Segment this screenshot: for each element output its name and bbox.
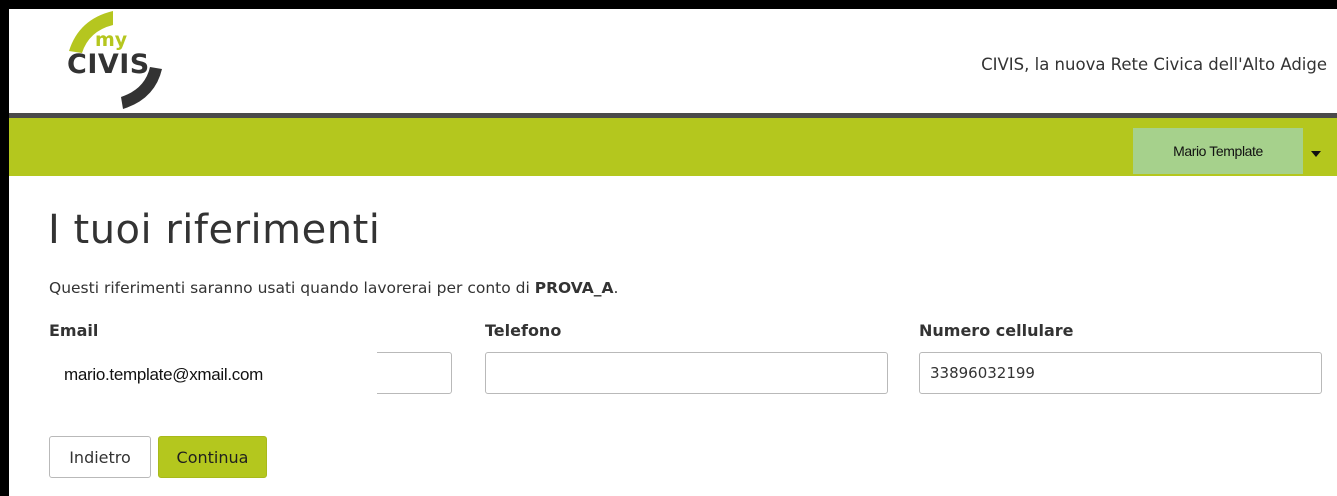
phone-label: Telefono	[485, 321, 562, 340]
organization-name: PROVA_A	[534, 279, 614, 297]
phone-field[interactable]	[485, 352, 888, 394]
user-name-label: Mario Template	[1173, 143, 1263, 159]
intro-text-body: Questi riferimenti saranno usati quando …	[49, 279, 535, 297]
intro-text: Questi riferimenti saranno usati quando …	[49, 279, 618, 297]
site-header: my CIVIS CIVIS, la nuova Rete Civica del…	[9, 9, 1337, 113]
back-button[interactable]: Indietro	[49, 436, 151, 478]
page-title: I tuoi riferimenti	[48, 207, 381, 253]
email-value: mario.template@xmail.com	[64, 365, 263, 384]
caret-down-icon[interactable]	[1309, 149, 1323, 159]
intro-text-end: .	[613, 279, 619, 297]
mycivis-logo[interactable]: my CIVIS	[47, 11, 177, 111]
continue-button[interactable]: Continua	[158, 436, 267, 478]
logo-my-text: my	[95, 29, 128, 51]
user-menu-button[interactable]: Mario Template	[1133, 128, 1303, 174]
mobile-label: Numero cellulare	[919, 321, 1074, 340]
mobile-value: 33896032199	[930, 364, 1035, 382]
mobile-field[interactable]: 33896032199	[919, 352, 1322, 394]
page-frame: my CIVIS CIVIS, la nuova Rete Civica del…	[9, 9, 1337, 496]
nav-bar: Mario Template	[9, 118, 1337, 176]
logo-civis-text: CIVIS	[67, 49, 150, 80]
email-label: Email	[49, 321, 99, 340]
site-tagline: CIVIS, la nuova Rete Civica dell'Alto Ad…	[981, 55, 1327, 74]
